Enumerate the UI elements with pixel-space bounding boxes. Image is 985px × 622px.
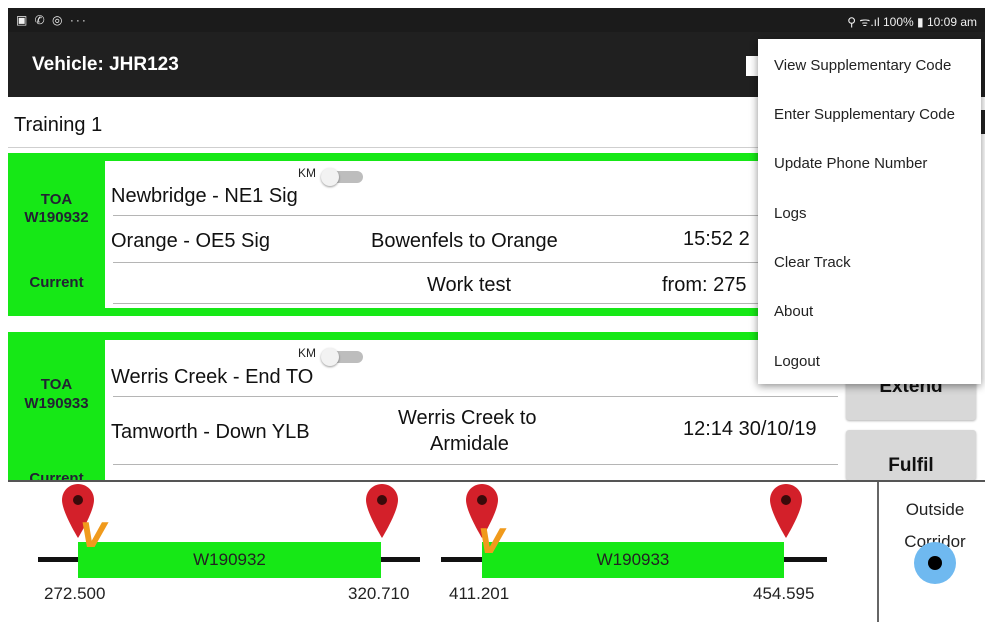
segment-end-km: 454.595 xyxy=(753,584,815,603)
toggle-knob xyxy=(321,168,339,186)
menu-item-label: Logout xyxy=(774,353,820,370)
toa-status: Current xyxy=(29,274,84,291)
km-toggle[interactable] xyxy=(321,168,363,186)
km-toggle[interactable] xyxy=(321,348,363,366)
crew-name: Training 1 xyxy=(14,114,103,136)
toa-time: 15:52 2 xyxy=(683,228,750,250)
toa-number: W190932 xyxy=(24,209,89,226)
toa-number: W190933 xyxy=(24,395,89,412)
route: Bowenfels to Orange xyxy=(371,230,558,252)
app-screen: ▣ ✆ ◎ ··· ⚲ ᯤ.ıl 100% ▮ 10:09 am Vehicle… xyxy=(0,0,985,622)
fulfil-button[interactable]: Fulfil xyxy=(846,430,976,480)
segment-start-km: 411.201 xyxy=(449,584,510,603)
status-bar: ▣ ✆ ◎ ··· ⚲ ᯤ.ıl 100% ▮ 10:09 am xyxy=(8,8,985,32)
start-location: Newbridge - NE1 Sig xyxy=(111,185,298,207)
panel-divider xyxy=(877,482,879,622)
menu-item-label: View Supplementary Code xyxy=(774,57,952,74)
menu-item-enter-supplementary-code[interactable]: Enter Supplementary Code xyxy=(758,90,981,139)
corridor-status-line-1: Outside xyxy=(905,500,965,519)
crew-row[interactable]: Training 1 xyxy=(8,100,758,146)
menu-item-label: Enter Supplementary Code xyxy=(774,106,955,123)
route-line-2: Armidale xyxy=(430,433,509,455)
location-icon[interactable] xyxy=(914,542,956,584)
end-location: Tamworth - Down YLB xyxy=(111,421,310,443)
toa-details: KM Werris Creek - End TO Tamworth - Down… xyxy=(105,340,838,480)
menu-item-logs[interactable]: Logs xyxy=(758,189,981,238)
toa-badge: TOA W190933 Current xyxy=(8,332,105,487)
end-location: Orange - OE5 Sig xyxy=(111,230,270,252)
status-icons-right: ⚲ ᯤ.ıl 100% ▮ 10:09 am xyxy=(847,15,977,29)
toa-details: KM Newbridge - NE1 Sig Orange - OE5 Sig … xyxy=(105,161,838,308)
toa-time: 12:14 30/10/19 xyxy=(683,418,817,440)
row-divider xyxy=(113,396,838,397)
menu-item-about[interactable]: About xyxy=(758,287,981,336)
segment-start-km: 272.500 xyxy=(44,584,106,603)
menu-item-label: Logs xyxy=(774,205,807,222)
route-line-1: Werris Creek to xyxy=(398,407,537,429)
menu-item-label: Clear Track xyxy=(774,254,851,271)
km-label: KM xyxy=(298,346,316,360)
vehicle-marker-icon: V xyxy=(478,522,505,562)
vehicle-title: Vehicle: JHR123 xyxy=(32,54,179,75)
row-divider xyxy=(113,303,838,304)
start-location: Werris Creek - End TO xyxy=(111,366,314,388)
toa-card[interactable]: TOA W190932 Current KM Newbridge - NE1 S… xyxy=(8,153,838,316)
toa-label: TOA xyxy=(40,191,73,208)
divider xyxy=(8,147,838,148)
overflow-menu: View Supplementary Code Enter Supplement… xyxy=(758,39,981,384)
from-km: from: 275 xyxy=(662,274,747,296)
track-segment[interactable]: W190932 xyxy=(78,542,381,578)
row-divider xyxy=(113,215,838,216)
card-separator xyxy=(8,316,838,332)
segment-end-km: 320.710 xyxy=(348,584,410,603)
toa-label: TOA xyxy=(40,376,73,393)
menu-item-label: Update Phone Number xyxy=(774,155,928,172)
work-description: Work test xyxy=(427,274,512,296)
status-icons-left: ▣ ✆ ◎ ··· xyxy=(16,13,88,27)
menu-item-clear-track[interactable]: Clear Track xyxy=(758,238,981,287)
row-divider xyxy=(113,464,838,465)
toggle-knob xyxy=(321,348,339,366)
toa-badge: TOA W190932 Current xyxy=(8,153,105,316)
menu-item-update-phone-number[interactable]: Update Phone Number xyxy=(758,139,981,188)
toa-card[interactable]: TOA W190933 Current KM Werris Creek - En… xyxy=(8,332,838,487)
menu-item-logout[interactable]: Logout xyxy=(758,337,981,386)
row-divider xyxy=(113,262,838,263)
vehicle-marker-icon: V xyxy=(80,516,107,556)
km-label: KM xyxy=(298,166,316,180)
map-pin-icon xyxy=(770,484,802,538)
track-segment[interactable]: W190933 xyxy=(482,542,784,578)
menu-item-label: About xyxy=(774,303,814,320)
map-pin-icon xyxy=(366,484,398,538)
menu-item-view-supplementary-code[interactable]: View Supplementary Code xyxy=(758,41,981,90)
